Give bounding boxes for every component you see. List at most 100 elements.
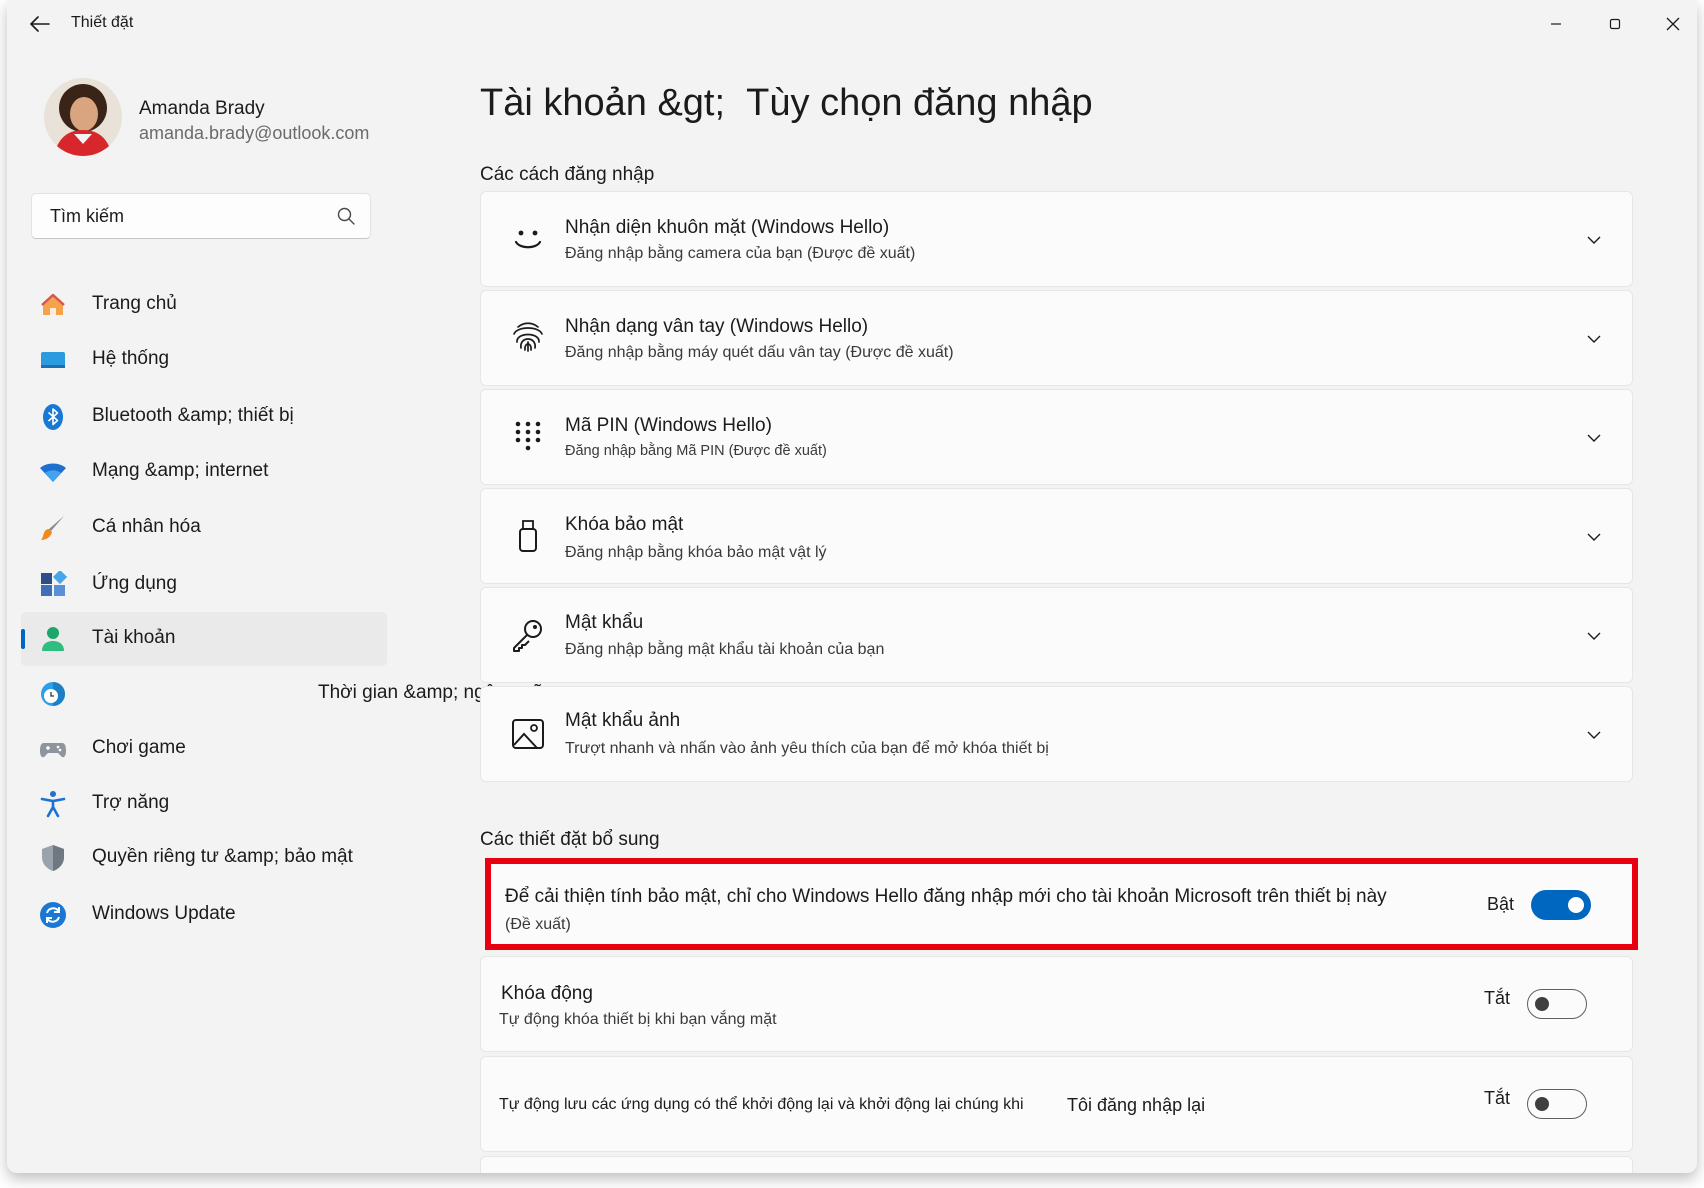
sidebar-item-label: Trợ năng: [92, 792, 170, 813]
title-bar: Thiết đặt: [7, 0, 1697, 48]
option-subtitle: Trượt nhanh và nhấn vào ảnh yêu thích củ…: [565, 740, 1049, 757]
sidebar-item-label: Mạng &amp; internet: [92, 460, 269, 481]
maximize-button[interactable]: [1592, 6, 1638, 42]
sidebar-item-network[interactable]: Mạng &amp; internet: [21, 445, 387, 499]
option-subtitle: Đăng nhập bằng Mã PIN (Được đề xuất): [565, 443, 827, 459]
toggle-knob: [1568, 897, 1584, 913]
maximize-icon: [1609, 18, 1621, 30]
signin-option-face[interactable]: Nhận diện khuôn mặt (Windows Hello) Đăng…: [480, 191, 1633, 287]
sidebar-item-gaming[interactable]: Chơi game: [21, 722, 387, 776]
gaming-icon: [40, 743, 66, 758]
option-title: Khóa bảo mật: [565, 514, 684, 535]
breadcrumb-parent[interactable]: Tài khoản &gt;: [480, 82, 725, 124]
active-indicator: [21, 629, 25, 649]
additional-section-title: Các thiết đặt bổ sung: [480, 829, 660, 850]
user-photo-icon: [44, 78, 122, 156]
search-input[interactable]: [50, 194, 320, 238]
page-title: Tài khoản &gt; Tùy chọn đăng nhập: [480, 82, 1093, 125]
setting-subtitle: Tự động khóa thiết bị khi bạn vắng mặt: [499, 1011, 777, 1028]
dynamic-lock-setting: Khóa động Tự động khóa thiết bị khi bạn …: [480, 956, 1633, 1052]
next-setting-card: [480, 1156, 1633, 1173]
fingerprint-icon: [513, 322, 543, 352]
windows-hello-only-setting: Để cải thiện tính bảo mật, chỉ cho Windo…: [485, 858, 1638, 950]
sidebar-item-system[interactable]: Hệ thống: [21, 333, 387, 387]
breadcrumb-current: Tùy chọn đăng nhập: [746, 82, 1093, 124]
sidebar-item-time-language[interactable]: Thời gian &amp; ngôn ngữ: [21, 667, 545, 721]
option-subtitle: Đăng nhập bằng camera của bạn (Được đề x…: [565, 245, 916, 262]
setting-title-continued: Tôi đăng nhập lại: [1067, 1095, 1206, 1115]
picture-icon: [512, 719, 544, 749]
option-title: Mật khẩu ảnh: [565, 710, 681, 731]
chevron-down-icon: [1587, 632, 1601, 640]
close-button[interactable]: [1650, 6, 1696, 42]
sidebar-item-label: Quyền riêng tư &amp; bảo mật: [92, 846, 353, 867]
sidebar-item-label: Ứng dụng: [92, 573, 177, 594]
toggle-state-label: Bật: [1487, 894, 1515, 914]
chevron-down-icon: [1587, 434, 1601, 442]
sidebar-item-personalization[interactable]: Cá nhân hóa: [21, 501, 387, 555]
system-icon: [41, 352, 65, 368]
usb-key-icon: [519, 520, 537, 552]
back-button[interactable]: [25, 10, 55, 38]
sidebar-item-label: Chơi game: [92, 737, 186, 758]
setting-title: Tự động lưu các ứng dụng có thể khởi độn…: [499, 1096, 1024, 1113]
minimize-icon: [1551, 23, 1561, 25]
sidebar-item-windows-update[interactable]: Windows Update: [21, 888, 387, 942]
back-arrow-icon: [30, 16, 50, 32]
restart-apps-toggle[interactable]: [1527, 1089, 1587, 1119]
toggle-state-label: Tắt: [1484, 988, 1511, 1008]
profile-name: Amanda Brady: [139, 98, 265, 119]
sidebar-item-home[interactable]: Trang chủ: [21, 278, 387, 332]
option-subtitle: Đăng nhập bằng khóa bảo mật vật lý: [565, 544, 827, 561]
signin-option-picture-password[interactable]: Mật khẩu ảnh Trượt nhanh và nhấn vào ảnh…: [480, 686, 1633, 782]
key-icon: [513, 620, 542, 652]
sidebar-item-accounts[interactable]: Tài khoản: [21, 612, 387, 666]
signin-option-pin[interactable]: Mã PIN (Windows Hello) Đăng nhập bằng Mã…: [480, 389, 1633, 485]
option-subtitle: Đăng nhập bằng máy quét dấu vân tay (Đượ…: [565, 344, 954, 361]
avatar[interactable]: [44, 78, 122, 156]
accessibility-icon: [40, 791, 66, 818]
option-title: Nhận dạng vân tay (Windows Hello): [565, 316, 869, 337]
sidebar-item-label: Trang chủ: [92, 293, 177, 314]
signin-option-fingerprint[interactable]: Nhận dạng vân tay (Windows Hello) Đăng n…: [480, 290, 1633, 386]
sidebar-item-label: Bluetooth &amp; thiết bị: [92, 405, 294, 426]
toggle-state-label: Tắt: [1484, 1088, 1511, 1108]
sidebar-item-bluetooth[interactable]: Bluetooth &amp; thiết bị: [21, 390, 387, 444]
setting-title: Khóa động: [501, 983, 593, 1004]
sidebar-item-privacy[interactable]: Quyền riêng tư &amp; bảo mật: [21, 831, 387, 885]
profile-email: amanda.brady@outlook.com: [139, 123, 370, 143]
minimize-button[interactable]: [1533, 6, 1579, 42]
bluetooth-icon: [43, 404, 63, 430]
chevron-down-icon: [1587, 731, 1601, 739]
toggle-knob: [1535, 1097, 1549, 1111]
windows-hello-only-toggle[interactable]: [1531, 890, 1591, 920]
toggle-knob: [1535, 997, 1549, 1011]
signin-section-title: Các cách đăng nhập: [480, 164, 655, 185]
sidebar-item-label: Hệ thống: [92, 348, 170, 369]
signin-option-security-key[interactable]: Khóa bảo mật Đăng nhập bằng khóa bảo mật…: [480, 488, 1633, 584]
sidebar-item-accessibility[interactable]: Trợ năng: [21, 777, 387, 831]
chevron-down-icon: [1587, 236, 1601, 244]
wifi-icon: [40, 463, 66, 482]
time-language-icon: [41, 682, 65, 706]
option-title: Nhận diện khuôn mặt (Windows Hello): [565, 217, 890, 238]
settings-window: Thiết đặt Amanda Brady amanda.brady@outl…: [7, 0, 1697, 1173]
signin-option-password[interactable]: Mật khẩu Đăng nhập bằng mật khẩu tài kho…: [480, 587, 1633, 683]
account-icon: [42, 627, 64, 651]
close-icon: [1666, 17, 1680, 31]
option-subtitle: Đăng nhập bằng mật khẩu tài khoản của bạ…: [565, 641, 885, 658]
chevron-down-icon: [1587, 533, 1601, 541]
sidebar-item-apps[interactable]: Ứng dụng: [21, 558, 387, 612]
face-icon: [514, 230, 542, 249]
sidebar-item-label: Tài khoản: [92, 627, 176, 648]
search-icon[interactable]: [336, 206, 356, 226]
brush-icon: [41, 516, 64, 540]
setting-subtitle: (Đề xuất): [505, 916, 571, 933]
sidebar-item-label: Windows Update: [92, 903, 236, 924]
sidebar-item-label: Cá nhân hóa: [92, 516, 201, 537]
chevron-down-icon: [1587, 335, 1601, 343]
shield-icon: [42, 845, 64, 871]
search-box[interactable]: [31, 193, 371, 239]
option-title: Mật khẩu: [565, 612, 644, 633]
dynamic-lock-toggle[interactable]: [1527, 989, 1587, 1019]
